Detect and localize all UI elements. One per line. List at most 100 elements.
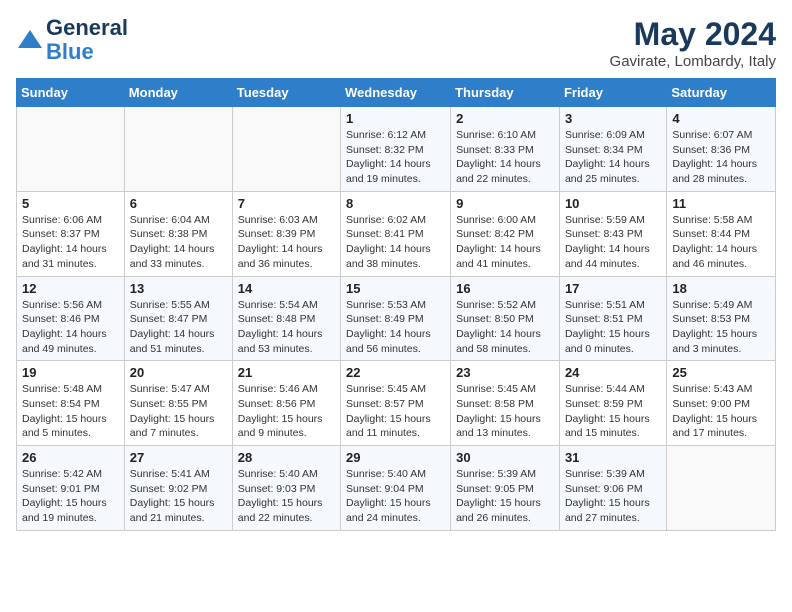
logo-icon <box>16 26 44 54</box>
calendar-header: SundayMondayTuesdayWednesdayThursdayFrid… <box>17 79 776 107</box>
day-info: Sunrise: 5:42 AM Sunset: 9:01 PM Dayligh… <box>22 467 119 526</box>
weekday-header-monday: Monday <box>124 79 232 107</box>
day-number: 22 <box>346 365 445 380</box>
day-info: Sunrise: 5:40 AM Sunset: 9:03 PM Dayligh… <box>238 467 335 526</box>
day-cell: 25 Sunrise: 5:43 AM Sunset: 9:00 PM Dayli… <box>667 361 776 446</box>
day-cell <box>17 107 125 192</box>
day-number: 21 <box>238 365 335 380</box>
day-info: Sunrise: 6:07 AM Sunset: 8:36 PM Dayligh… <box>672 128 770 187</box>
day-info: Sunrise: 5:53 AM Sunset: 8:49 PM Dayligh… <box>346 298 445 357</box>
day-number: 26 <box>22 450 119 465</box>
day-number: 14 <box>238 281 335 296</box>
day-cell: 13 Sunrise: 5:55 AM Sunset: 8:47 PM Dayli… <box>124 276 232 361</box>
day-cell: 26 Sunrise: 5:42 AM Sunset: 9:01 PM Dayli… <box>17 446 125 531</box>
day-number: 6 <box>130 196 227 211</box>
day-cell: 4 Sunrise: 6:07 AM Sunset: 8:36 PM Daylig… <box>667 107 776 192</box>
day-number: 24 <box>565 365 661 380</box>
day-cell: 20Sunrise: 5:47 AM Sunset: 8:55 PM Dayli… <box>124 361 232 446</box>
weekday-header-thursday: Thursday <box>451 79 560 107</box>
day-number: 8 <box>346 196 445 211</box>
weekday-header-saturday: Saturday <box>667 79 776 107</box>
day-number: 13 <box>130 281 227 296</box>
day-number: 9 <box>456 196 554 211</box>
day-info: Sunrise: 6:06 AM Sunset: 8:37 PM Dayligh… <box>22 213 119 272</box>
day-cell: 11Sunrise: 5:58 AM Sunset: 8:44 PM Dayli… <box>667 191 776 276</box>
day-info: Sunrise: 5:54 AM Sunset: 8:48 PM Dayligh… <box>238 298 335 357</box>
day-info: Sunrise: 5:43 AM Sunset: 9:00 PM Dayligh… <box>672 382 770 441</box>
day-info: Sunrise: 5:44 AM Sunset: 8:59 PM Dayligh… <box>565 382 661 441</box>
day-info: Sunrise: 5:51 AM Sunset: 8:51 PM Dayligh… <box>565 298 661 357</box>
day-cell: 28 Sunrise: 5:40 AM Sunset: 9:03 PM Dayli… <box>232 446 340 531</box>
week-row-3: 12Sunrise: 5:56 AM Sunset: 8:46 PM Dayli… <box>17 276 776 361</box>
logo: General​ Blue <box>16 16 128 64</box>
day-cell: 7Sunrise: 6:03 AM Sunset: 8:39 PM Daylig… <box>232 191 340 276</box>
day-cell: 27 Sunrise: 5:41 AM Sunset: 9:02 PM Dayli… <box>124 446 232 531</box>
day-cell: 24 Sunrise: 5:44 AM Sunset: 8:59 PM Dayli… <box>559 361 666 446</box>
day-cell: 31 Sunrise: 5:39 AM Sunset: 9:06 PM Dayli… <box>559 446 666 531</box>
day-cell: 15 Sunrise: 5:53 AM Sunset: 8:49 PM Dayli… <box>341 276 451 361</box>
day-cell: 22 Sunrise: 5:45 AM Sunset: 8:57 PM Dayli… <box>341 361 451 446</box>
day-cell: 12Sunrise: 5:56 AM Sunset: 8:46 PM Dayli… <box>17 276 125 361</box>
day-number: 30 <box>456 450 554 465</box>
day-cell <box>667 446 776 531</box>
day-cell: 3Sunrise: 6:09 AM Sunset: 8:34 PM Daylig… <box>559 107 666 192</box>
day-cell <box>124 107 232 192</box>
weekday-header-friday: Friday <box>559 79 666 107</box>
day-number: 2 <box>456 111 554 126</box>
weekday-header-tuesday: Tuesday <box>232 79 340 107</box>
weekday-header-sunday: Sunday <box>17 79 125 107</box>
day-info: Sunrise: 5:39 AM Sunset: 9:06 PM Dayligh… <box>565 467 661 526</box>
day-info: Sunrise: 5:58 AM Sunset: 8:44 PM Dayligh… <box>672 213 770 272</box>
day-info: Sunrise: 5:45 AM Sunset: 8:57 PM Dayligh… <box>346 382 445 441</box>
day-info: Sunrise: 5:39 AM Sunset: 9:05 PM Dayligh… <box>456 467 554 526</box>
calendar-body: 1Sunrise: 6:12 AM Sunset: 8:32 PM Daylig… <box>17 107 776 531</box>
weekday-header-wednesday: Wednesday <box>341 79 451 107</box>
day-number: 1 <box>346 111 445 126</box>
day-info: Sunrise: 5:59 AM Sunset: 8:43 PM Dayligh… <box>565 213 661 272</box>
day-cell: 30 Sunrise: 5:39 AM Sunset: 9:05 PM Dayli… <box>451 446 560 531</box>
day-info: Sunrise: 5:45 AM Sunset: 8:58 PM Dayligh… <box>456 382 554 441</box>
day-number: 17 <box>565 281 661 296</box>
day-number: 29 <box>346 450 445 465</box>
day-cell: 21 Sunrise: 5:46 AM Sunset: 8:56 PM Dayli… <box>232 361 340 446</box>
day-cell: 19Sunrise: 5:48 AM Sunset: 8:54 PM Dayli… <box>17 361 125 446</box>
day-cell: 16Sunrise: 5:52 AM Sunset: 8:50 PM Dayli… <box>451 276 560 361</box>
day-number: 19 <box>22 365 119 380</box>
day-info: Sunrise: 6:04 AM Sunset: 8:38 PM Dayligh… <box>130 213 227 272</box>
day-info: Sunrise: 5:40 AM Sunset: 9:04 PM Dayligh… <box>346 467 445 526</box>
month-title: May 2024 <box>610 16 776 53</box>
day-info: Sunrise: 5:41 AM Sunset: 9:02 PM Dayligh… <box>130 467 227 526</box>
day-cell: 6 Sunrise: 6:04 AM Sunset: 8:38 PM Daylig… <box>124 191 232 276</box>
day-number: 15 <box>346 281 445 296</box>
day-info: Sunrise: 6:02 AM Sunset: 8:41 PM Dayligh… <box>346 213 445 272</box>
day-number: 4 <box>672 111 770 126</box>
day-cell: 10 Sunrise: 5:59 AM Sunset: 8:43 PM Dayli… <box>559 191 666 276</box>
calendar-table: SundayMondayTuesdayWednesdayThursdayFrid… <box>16 78 776 531</box>
day-info: Sunrise: 5:47 AM Sunset: 8:55 PM Dayligh… <box>130 382 227 441</box>
week-row-1: 1Sunrise: 6:12 AM Sunset: 8:32 PM Daylig… <box>17 107 776 192</box>
day-info: Sunrise: 5:46 AM Sunset: 8:56 PM Dayligh… <box>238 382 335 441</box>
location: Gavirate, Lombardy, Italy <box>610 53 776 70</box>
day-number: 3 <box>565 111 661 126</box>
day-cell: 14 Sunrise: 5:54 AM Sunset: 8:48 PM Dayli… <box>232 276 340 361</box>
day-number: 31 <box>565 450 661 465</box>
day-number: 28 <box>238 450 335 465</box>
day-info: Sunrise: 5:49 AM Sunset: 8:53 PM Dayligh… <box>672 298 770 357</box>
week-row-4: 19Sunrise: 5:48 AM Sunset: 8:54 PM Dayli… <box>17 361 776 446</box>
day-cell: 5Sunrise: 6:06 AM Sunset: 8:37 PM Daylig… <box>17 191 125 276</box>
day-cell: 23 Sunrise: 5:45 AM Sunset: 8:58 PM Dayli… <box>451 361 560 446</box>
weekday-row: SundayMondayTuesdayWednesdayThursdayFrid… <box>17 79 776 107</box>
day-number: 10 <box>565 196 661 211</box>
day-cell: 29 Sunrise: 5:40 AM Sunset: 9:04 PM Dayli… <box>341 446 451 531</box>
day-cell: 2Sunrise: 6:10 AM Sunset: 8:33 PM Daylig… <box>451 107 560 192</box>
day-number: 27 <box>130 450 227 465</box>
day-number: 18 <box>672 281 770 296</box>
page-header: General​ Blue May 2024 Gavirate, Lombard… <box>16 16 776 70</box>
day-info: Sunrise: 6:03 AM Sunset: 8:39 PM Dayligh… <box>238 213 335 272</box>
day-cell <box>232 107 340 192</box>
day-cell: 9Sunrise: 6:00 AM Sunset: 8:42 PM Daylig… <box>451 191 560 276</box>
day-number: 23 <box>456 365 554 380</box>
day-number: 25 <box>672 365 770 380</box>
day-info: Sunrise: 5:55 AM Sunset: 8:47 PM Dayligh… <box>130 298 227 357</box>
day-info: Sunrise: 5:52 AM Sunset: 8:50 PM Dayligh… <box>456 298 554 357</box>
